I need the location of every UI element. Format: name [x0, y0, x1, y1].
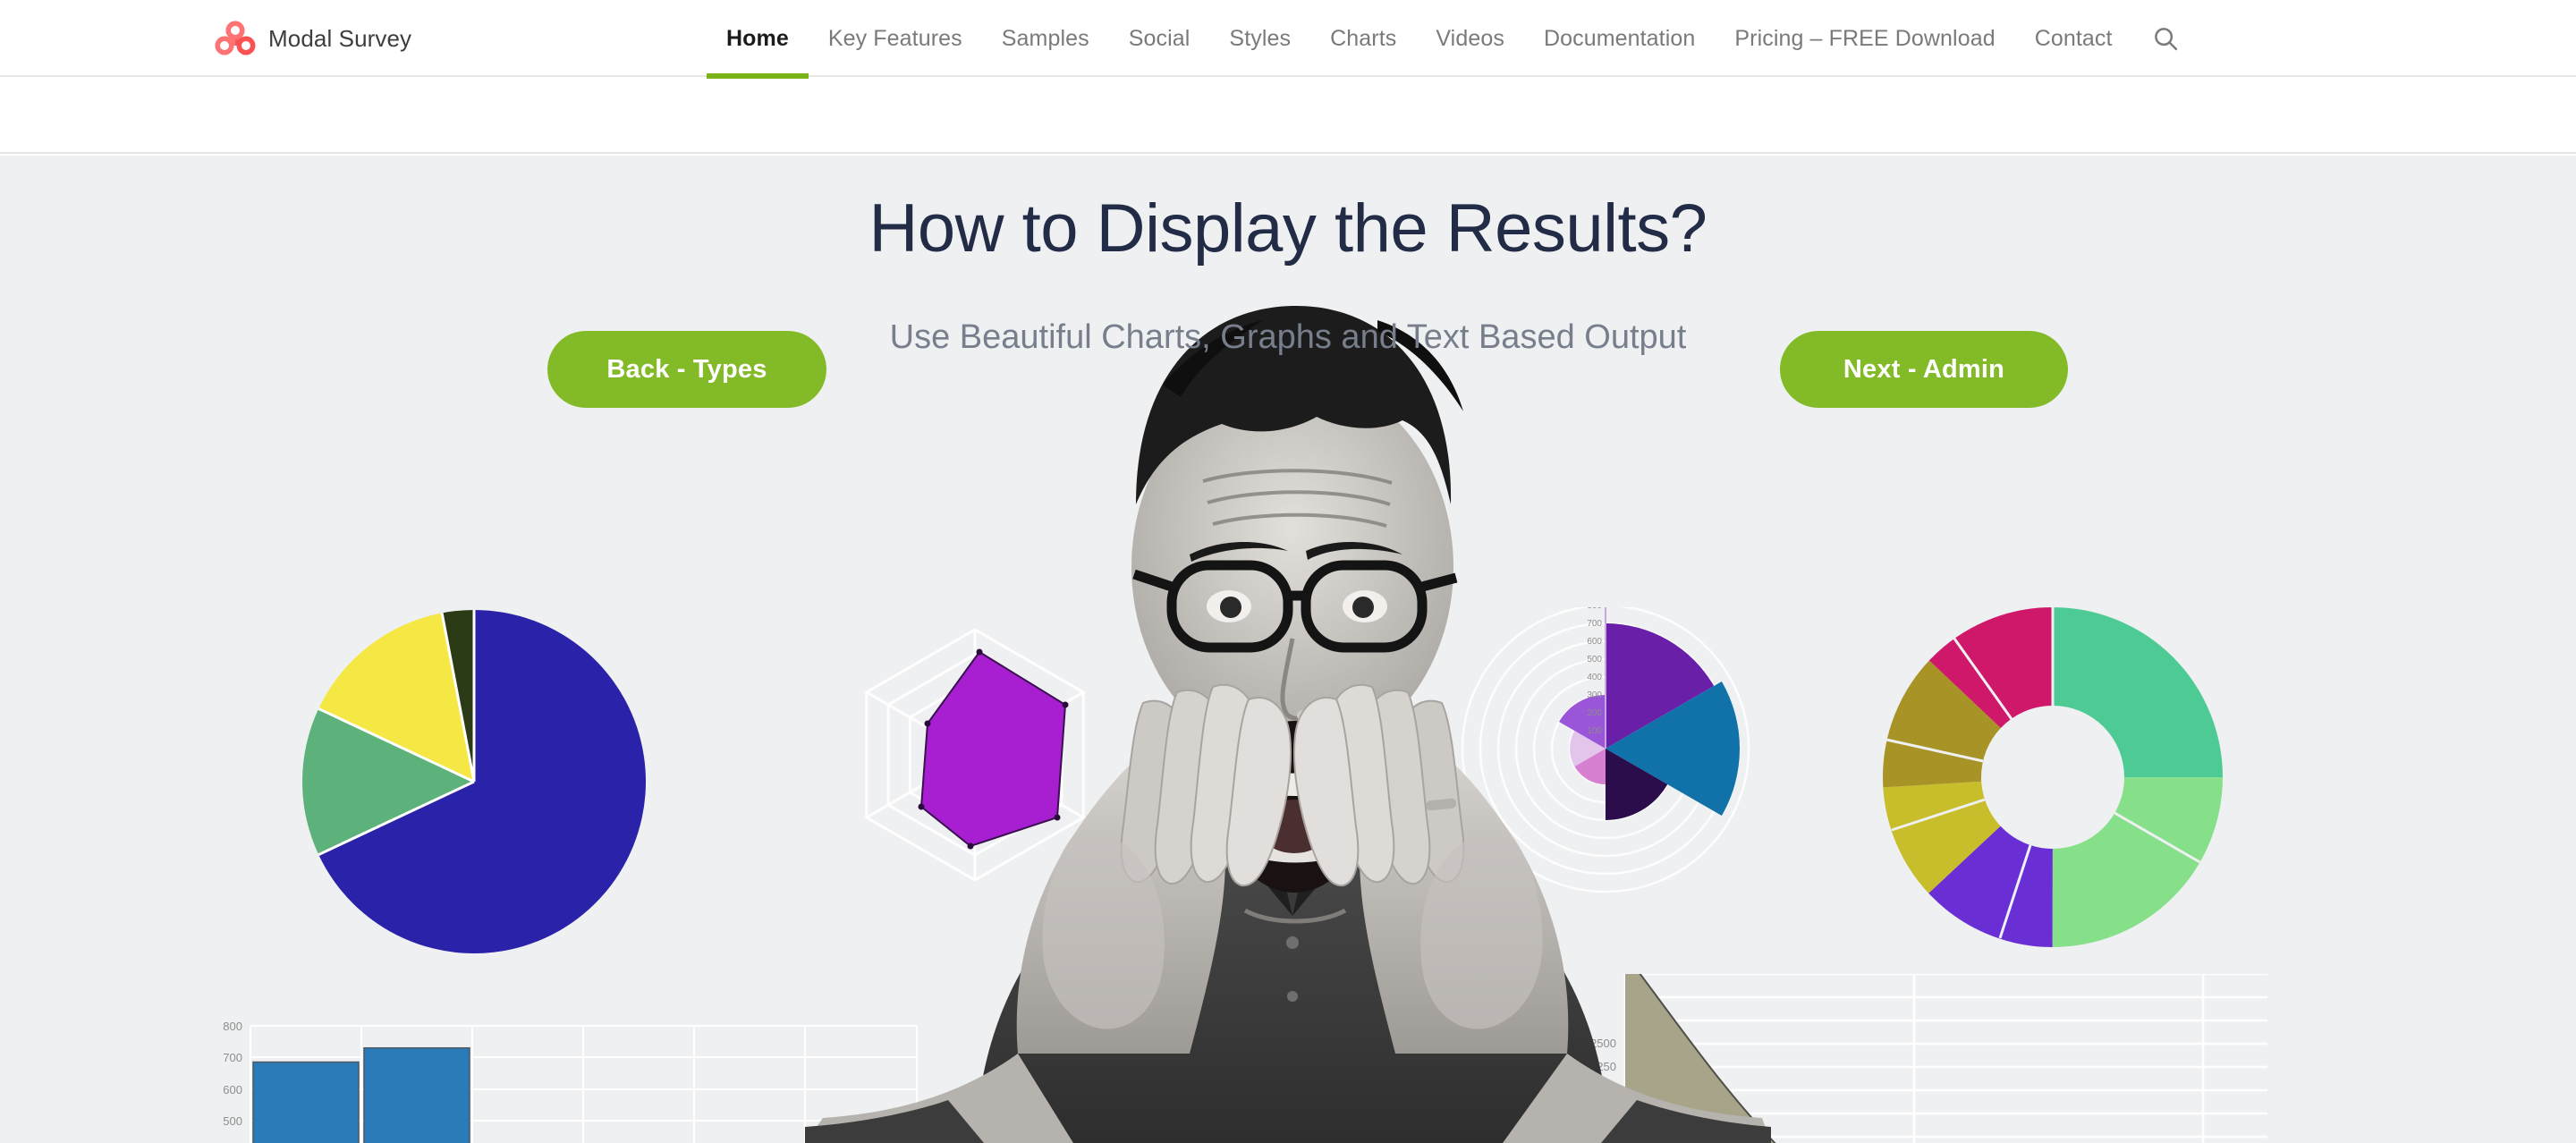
nav-item-videos[interactable]: Videos — [1416, 0, 1524, 77]
nav-item-home[interactable]: Home — [707, 0, 809, 79]
site-header: Modal Survey Home Key Features Samples S… — [0, 0, 2576, 79]
svg-text:2000: 2000 — [1590, 1083, 1616, 1096]
svg-text:200: 200 — [1587, 708, 1602, 718]
radar-chart — [865, 628, 1085, 882]
bar-chart: 800 700 600 500 400 300 200 100 0 — [223, 1020, 918, 1143]
chart-illustration-layer: 100 200 300 400 500 600 700 800 700 600 … — [0, 156, 2576, 1143]
svg-text:500: 500 — [223, 1114, 242, 1128]
svg-text:1750: 1750 — [1590, 1106, 1616, 1120]
nav-item-contact[interactable]: Contact — [2015, 0, 2132, 77]
nav-item-key-features[interactable]: Key Features — [809, 0, 982, 77]
search-icon — [2154, 28, 2177, 51]
header-spacer-band — [0, 79, 2576, 154]
nav-item-social[interactable]: Social — [1109, 0, 1210, 77]
svg-text:600: 600 — [223, 1083, 242, 1096]
nav-item-documentation[interactable]: Documentation — [1524, 0, 1715, 77]
svg-text:300: 300 — [1587, 690, 1602, 700]
svg-text:100: 100 — [1587, 726, 1602, 736]
pie-chart — [301, 610, 646, 953]
brand[interactable]: Modal Survey — [215, 0, 411, 77]
svg-text:2250: 2250 — [1590, 1060, 1616, 1073]
back-types-button[interactable]: Back - Types — [547, 331, 826, 408]
svg-text:2500: 2500 — [1590, 1037, 1616, 1050]
svg-text:800: 800 — [1587, 607, 1602, 611]
spinner-logo-icon — [215, 21, 256, 55]
nav-item-pricing[interactable]: Pricing – FREE Download — [1715, 0, 2014, 77]
svg-text:600: 600 — [1587, 637, 1602, 647]
horizontal-bar-chart: 16.78% 13.96% 2.84% — [945, 1098, 1154, 1112]
svg-text:1500: 1500 — [1590, 1130, 1616, 1143]
area-chart: 2500 2250 2000 1750 1500 1250 1000 750 5… — [1590, 974, 2267, 1143]
page-subtitle: Use Beautiful Charts, Graphs and Text Ba… — [889, 318, 1687, 356]
svg-text:700: 700 — [223, 1051, 242, 1064]
nav-item-styles[interactable]: Styles — [1209, 0, 1310, 77]
page-title: How to Display the Results? — [869, 190, 1707, 267]
svg-text:400: 400 — [1587, 673, 1602, 682]
search-button[interactable] — [2132, 0, 2199, 77]
nav-item-samples[interactable]: Samples — [982, 0, 1109, 77]
brand-name: Modal Survey — [268, 24, 412, 52]
nav-item-charts[interactable]: Charts — [1310, 0, 1416, 77]
polar-area-chart: 100 200 300 400 500 600 700 800 — [1461, 607, 1750, 893]
hero-section: How to Display the Results? Use Beautifu… — [0, 156, 2576, 1143]
next-admin-button[interactable]: Next - Admin — [1780, 331, 2068, 408]
svg-text:800: 800 — [223, 1020, 242, 1033]
svg-text:500: 500 — [1587, 655, 1602, 665]
main-nav: Home Key Features Samples Social Styles … — [707, 0, 2199, 79]
doughnut-chart — [1883, 607, 2223, 947]
svg-text:700: 700 — [1587, 619, 1602, 629]
